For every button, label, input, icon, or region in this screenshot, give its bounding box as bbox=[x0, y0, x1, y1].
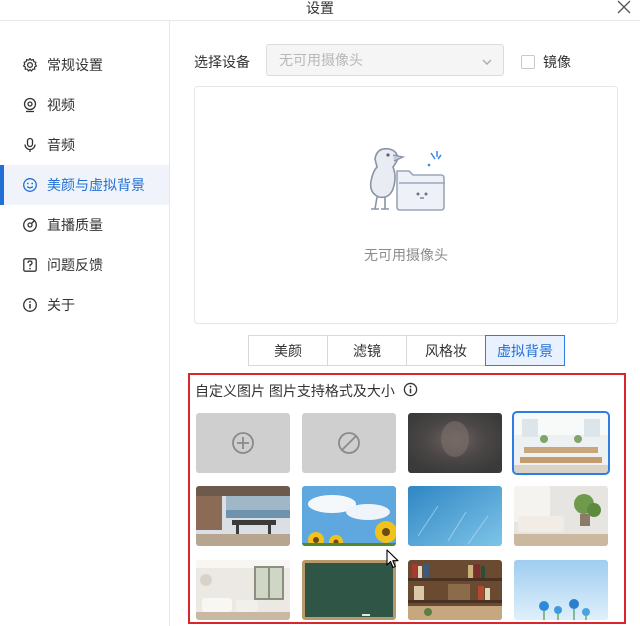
blur-background-image bbox=[408, 413, 502, 473]
bright-lounge-background[interactable] bbox=[196, 560, 290, 620]
blue-water-background[interactable] bbox=[408, 486, 502, 546]
blur-background-option[interactable] bbox=[408, 413, 502, 473]
living-room-image bbox=[514, 486, 608, 546]
water-image bbox=[408, 486, 502, 546]
sidebar-item-beauty-background[interactable]: 美颜与虚拟背景 bbox=[0, 165, 169, 205]
bookshelf-background[interactable] bbox=[408, 560, 502, 620]
sidebar-item-label: 关于 bbox=[47, 297, 75, 313]
add-custom-image-button[interactable] bbox=[196, 413, 290, 473]
chalkboard-image bbox=[302, 560, 396, 620]
device-label: 选择设备 bbox=[194, 54, 250, 70]
background-header-text: 自定义图片 图片支持格式及大小 bbox=[195, 383, 395, 399]
title-bar: 设置 bbox=[0, 0, 640, 20]
gear-icon bbox=[22, 57, 38, 73]
mirror-label: 镜像 bbox=[543, 54, 571, 70]
sidebar-item-label: 音频 bbox=[47, 137, 75, 153]
sidebar: 常规设置 视频 音频 美颜与虚拟背景 直播质量 问题反馈 关于 bbox=[0, 21, 170, 626]
sidebar-item-stream-quality[interactable]: 直播质量 bbox=[0, 205, 169, 245]
info-icon[interactable] bbox=[403, 382, 418, 400]
sunflower-sky-background[interactable] bbox=[302, 486, 396, 546]
info-icon bbox=[22, 297, 38, 313]
living-room-plant-background[interactable] bbox=[514, 486, 608, 546]
sidebar-item-label: 美颜与虚拟背景 bbox=[47, 177, 145, 193]
device-select-value: 无可用摄像头 bbox=[279, 52, 363, 68]
mirror-checkbox[interactable]: 镜像 bbox=[521, 52, 571, 72]
tab-style-makeup[interactable]: 风格妆 bbox=[406, 335, 486, 366]
no-background-option[interactable] bbox=[302, 413, 396, 473]
camera-icon bbox=[22, 97, 38, 113]
sidebar-item-general[interactable]: 常规设置 bbox=[0, 45, 169, 85]
effect-tabs: 美颜 滤镜 风格妆 虚拟背景 bbox=[248, 335, 565, 366]
sidebar-item-label: 视频 bbox=[47, 97, 75, 113]
dining-room-image bbox=[196, 486, 290, 546]
bookshelf-image bbox=[408, 560, 502, 620]
office-image bbox=[514, 413, 608, 473]
bright-office-background[interactable] bbox=[512, 411, 610, 475]
smiley-icon bbox=[22, 177, 38, 193]
dining-room-sea-background[interactable] bbox=[196, 486, 290, 546]
lounge-image bbox=[196, 560, 290, 620]
blue-flowers-background[interactable] bbox=[514, 560, 608, 620]
sidebar-item-label: 常规设置 bbox=[47, 57, 103, 73]
window-title: 设置 bbox=[306, 0, 334, 16]
tab-virtual-background[interactable]: 虚拟背景 bbox=[485, 335, 565, 366]
sunflower-image bbox=[302, 486, 396, 546]
feedback-icon bbox=[22, 257, 38, 273]
sidebar-item-about[interactable]: 关于 bbox=[0, 285, 169, 325]
quality-icon bbox=[22, 217, 38, 233]
ban-icon bbox=[338, 432, 360, 454]
chalkboard-background[interactable] bbox=[302, 560, 396, 620]
device-select[interactable]: 无可用摄像头 bbox=[266, 44, 504, 76]
sidebar-item-label: 直播质量 bbox=[47, 217, 103, 233]
tab-beauty[interactable]: 美颜 bbox=[248, 335, 328, 366]
mouse-cursor-icon bbox=[386, 549, 400, 572]
add-circle-icon bbox=[232, 432, 254, 454]
sidebar-item-feedback[interactable]: 问题反馈 bbox=[0, 245, 169, 285]
chevron-down-icon bbox=[481, 55, 493, 71]
sidebar-item-video[interactable]: 视频 bbox=[0, 85, 169, 125]
flowers-image bbox=[514, 560, 608, 620]
sidebar-item-label: 问题反馈 bbox=[47, 257, 103, 273]
preview-empty-message: 无可用摄像头 bbox=[364, 247, 448, 263]
empty-camera-illustration bbox=[363, 145, 447, 222]
tab-filter[interactable]: 滤镜 bbox=[327, 335, 407, 366]
microphone-icon bbox=[22, 137, 38, 153]
checkbox-box[interactable] bbox=[521, 55, 535, 69]
camera-preview: 无可用摄像头 bbox=[194, 86, 618, 324]
close-icon[interactable] bbox=[616, 0, 632, 16]
sidebar-item-audio[interactable]: 音频 bbox=[0, 125, 169, 165]
background-header: 自定义图片 图片支持格式及大小 bbox=[195, 381, 418, 401]
